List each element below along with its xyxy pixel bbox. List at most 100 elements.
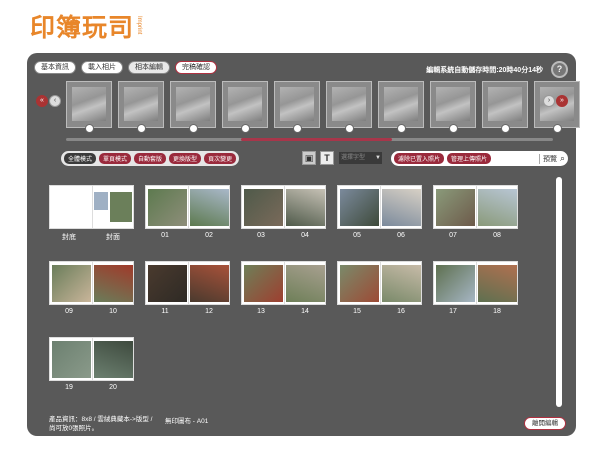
photo-thumbnail[interactable] bbox=[482, 81, 528, 133]
photo-select-icon[interactable] bbox=[553, 124, 562, 133]
tab-basic-info[interactable]: 基本資訊 bbox=[34, 61, 76, 74]
photo-select-icon[interactable] bbox=[293, 124, 302, 133]
strip-scroll-thumb[interactable] bbox=[241, 138, 393, 141]
page-spread[interactable] bbox=[433, 261, 518, 305]
photo-thumbnail[interactable] bbox=[170, 81, 216, 133]
page-photo bbox=[286, 189, 325, 226]
photo-select-icon[interactable] bbox=[241, 124, 250, 133]
strip-scrollbar[interactable] bbox=[66, 138, 553, 141]
page-label-left: 15 bbox=[353, 308, 361, 315]
page-label-right: 14 bbox=[301, 308, 309, 315]
page-spine bbox=[476, 186, 477, 228]
photo-thumbnail[interactable] bbox=[378, 81, 424, 133]
photo-thumbnails bbox=[66, 81, 580, 133]
page-spread[interactable] bbox=[337, 261, 422, 305]
page-label-left: 封底 bbox=[62, 234, 76, 241]
page-scrollbar[interactable] bbox=[556, 177, 562, 407]
page-photo bbox=[340, 189, 379, 226]
tab-final-confirm[interactable]: 完稿確認 bbox=[175, 61, 217, 74]
mode-all-button[interactable]: 全體模式 bbox=[64, 153, 97, 164]
page-label-right: 20 bbox=[109, 384, 117, 391]
auto-layout-button[interactable]: 自動套版 bbox=[134, 153, 167, 164]
text-tool-icon[interactable]: T bbox=[320, 151, 334, 165]
font-select[interactable]: 選擇字型 ▼ bbox=[339, 152, 382, 164]
page-spread[interactable] bbox=[241, 261, 326, 305]
photo-select-icon[interactable] bbox=[345, 124, 354, 133]
step-tabs: 基本資訊 載入相片 相本編輯 完稿確認 bbox=[34, 61, 217, 74]
photo-image bbox=[72, 87, 106, 121]
photo-thumbnail[interactable] bbox=[326, 81, 372, 133]
page-label-left: 19 bbox=[65, 384, 73, 391]
page-label-left: 17 bbox=[449, 308, 457, 315]
photo-image bbox=[332, 87, 366, 121]
mode-single-button[interactable]: 單頁模式 bbox=[99, 153, 132, 164]
help-icon[interactable]: ? bbox=[551, 61, 568, 78]
photo-select-icon[interactable] bbox=[501, 124, 510, 133]
page-photo bbox=[148, 189, 187, 226]
page-label-right: 封面 bbox=[106, 234, 120, 241]
page-photo bbox=[190, 265, 229, 302]
strip-next-icon[interactable]: › bbox=[543, 95, 555, 107]
page-label-left: 03 bbox=[257, 232, 265, 239]
image-tool-icon[interactable]: ▣ bbox=[302, 151, 316, 165]
page-spread[interactable] bbox=[145, 185, 230, 229]
photo-image bbox=[228, 87, 262, 121]
page-spread[interactable] bbox=[49, 185, 134, 229]
page-spread[interactable] bbox=[49, 261, 134, 305]
page-photo bbox=[52, 265, 91, 302]
exit-edit-button[interactable]: 離開編輯 bbox=[524, 417, 566, 430]
page-label-right: 04 bbox=[301, 232, 309, 239]
page-spread[interactable] bbox=[145, 261, 230, 305]
page-spread[interactable] bbox=[337, 185, 422, 229]
page-label-right: 12 bbox=[205, 308, 213, 315]
change-layout-button[interactable]: 更換版型 bbox=[169, 153, 202, 164]
photo-select-icon[interactable] bbox=[449, 124, 458, 133]
strip-prev-icon[interactable]: ‹ bbox=[49, 95, 61, 107]
page-spread[interactable] bbox=[49, 337, 134, 381]
photo-thumbnail[interactable] bbox=[222, 81, 268, 133]
page-photo bbox=[478, 189, 517, 226]
logo-subtext: Imprint bbox=[136, 16, 143, 35]
photo-thumbnail[interactable] bbox=[66, 81, 112, 133]
page-spine bbox=[188, 262, 189, 304]
page-label-left: 05 bbox=[353, 232, 361, 239]
page-spine bbox=[380, 186, 381, 228]
preview-button[interactable]: 預覽 bbox=[538, 153, 557, 164]
page-photo bbox=[94, 192, 108, 210]
photo-thumbnail[interactable] bbox=[430, 81, 476, 133]
page-spine bbox=[92, 262, 93, 304]
photo-select-icon[interactable] bbox=[85, 124, 94, 133]
font-select-value: 選擇字型 bbox=[341, 155, 366, 161]
page-photo bbox=[382, 265, 421, 302]
page-spine bbox=[284, 262, 285, 304]
mode-group: 全體模式 單頁模式 自動套版 更換版型 頁次變更 bbox=[61, 151, 240, 166]
page-photo bbox=[478, 265, 517, 302]
photo-filter-group: 濾除已置入照片 管理上傳照片 預覽 ⌕ bbox=[391, 151, 568, 166]
page-label-left: 13 bbox=[257, 308, 265, 315]
page-photo bbox=[382, 189, 421, 226]
strip-last-icon[interactable]: » bbox=[556, 95, 568, 107]
page-spread[interactable] bbox=[433, 185, 518, 229]
page-photo bbox=[436, 265, 475, 302]
photo-thumbnail[interactable] bbox=[118, 81, 164, 133]
product-info-line2: 尚可放0張照片。 bbox=[49, 425, 99, 432]
photo-image bbox=[280, 87, 314, 121]
page-photo bbox=[244, 265, 283, 302]
tab-load-photos[interactable]: 載入相片 bbox=[81, 61, 123, 74]
photo-thumbnail[interactable] bbox=[274, 81, 320, 133]
tab-album-edit[interactable]: 相本編輯 bbox=[128, 61, 170, 74]
page-spread[interactable] bbox=[241, 185, 326, 229]
photo-select-icon[interactable] bbox=[137, 124, 146, 133]
page-photo bbox=[244, 189, 283, 226]
filter-placed-button[interactable]: 濾除已置入照片 bbox=[394, 153, 445, 164]
manage-uploads-button[interactable]: 管理上傳照片 bbox=[447, 153, 492, 164]
strip-first-icon[interactable]: « bbox=[36, 95, 48, 107]
search-icon[interactable]: ⌕ bbox=[560, 153, 565, 164]
photo-select-icon[interactable] bbox=[397, 124, 406, 133]
page-order-button[interactable]: 頁次變更 bbox=[204, 153, 237, 164]
photo-select-icon[interactable] bbox=[189, 124, 198, 133]
logo: 印簿玩司 Imprint bbox=[30, 12, 142, 44]
product-info-line1: 產品資訊：8x8 / 雲絨典藏本->版型 / bbox=[49, 416, 153, 423]
photo-image bbox=[384, 87, 418, 121]
photo-image bbox=[436, 87, 470, 121]
